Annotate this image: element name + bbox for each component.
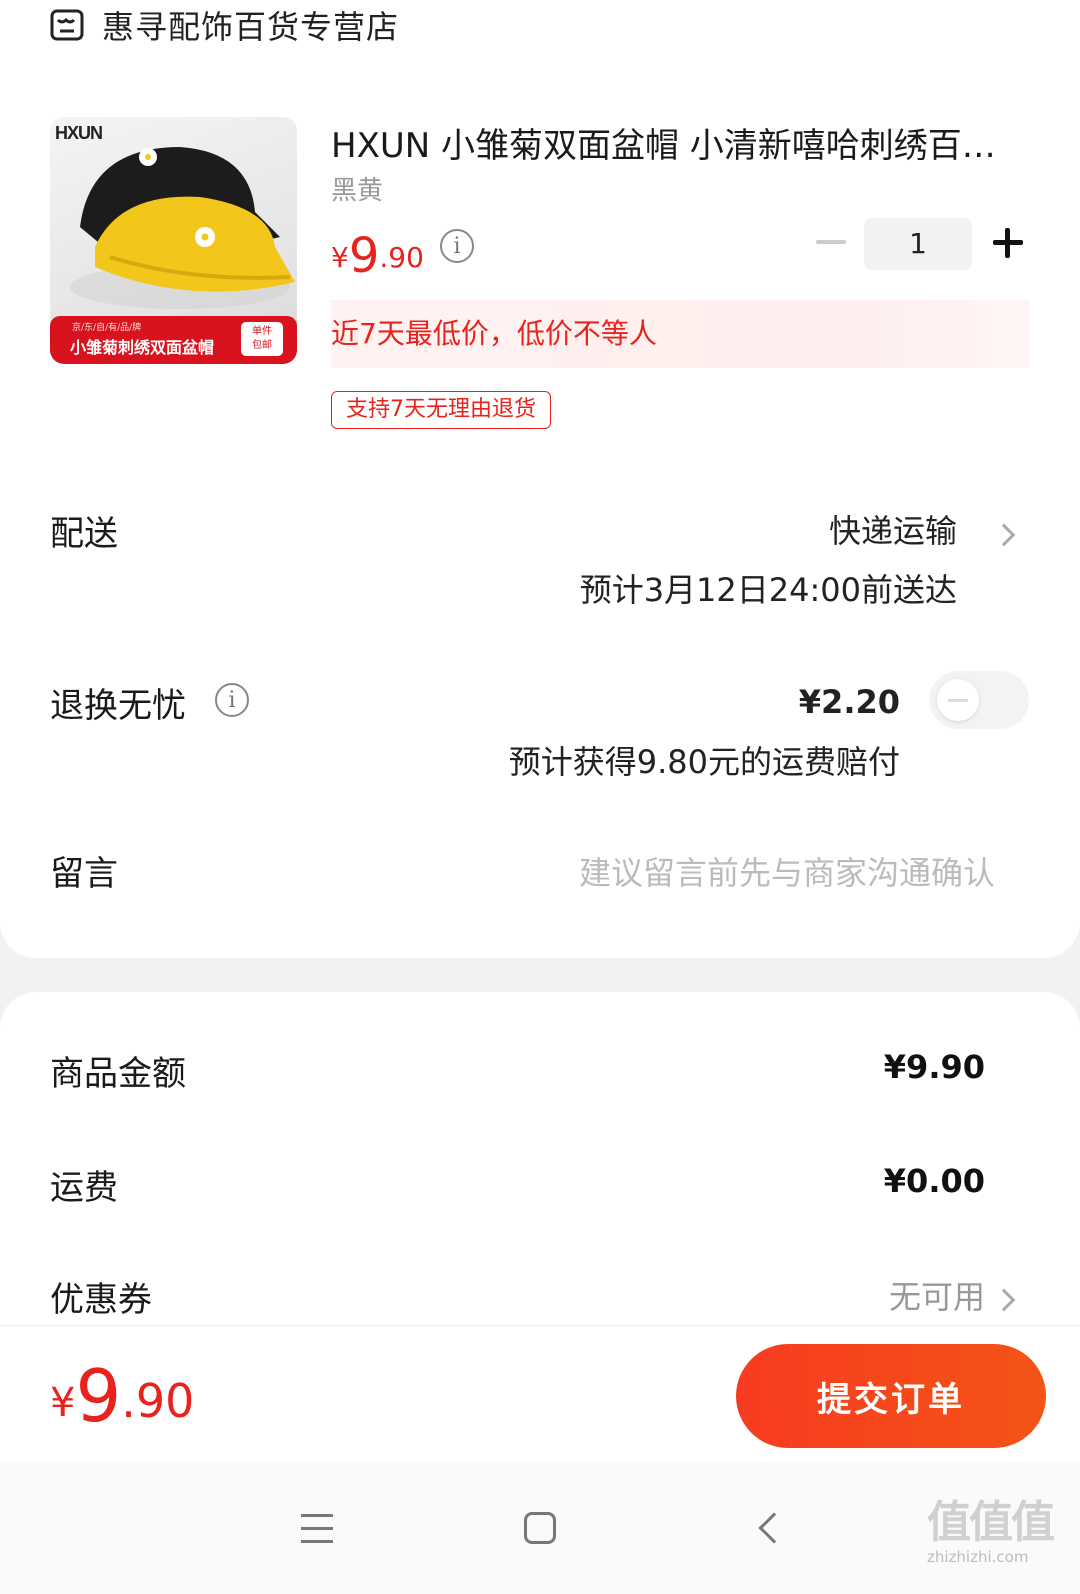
coupon-label: 优惠券 [50,1280,152,1320]
back-icon[interactable] [758,1512,790,1544]
return-insurance-desc: 预计获得9.80元的运费赔付 [508,743,900,781]
total-integer: 9 [75,1354,122,1438]
return-policy-tag: 支持7天无理由退货 [331,391,551,429]
checkout-bar: ¥ 9 .90 提交订单 [0,1325,1080,1462]
product-variant: 黑黄 [331,176,384,206]
submit-order-button[interactable]: 提交订单 [736,1344,1046,1448]
lowest-price-banner: 近7天最低价，低价不等人 [331,300,1030,368]
coupon-value[interactable]: 无可用 [889,1272,985,1318]
summary-card: 商品金额 ¥9.90 运费 ¥0.00 优惠券 无可用 [0,992,1080,1332]
return-insurance-info-icon[interactable]: i [215,683,249,717]
toggle-knob [937,679,979,721]
total-symbol: ¥ [50,1380,76,1426]
banner-title: 小雏菊刺绣双面盆帽 [70,338,215,357]
quantity-increase-button[interactable] [990,225,1026,261]
price-symbol: ¥ [331,241,349,274]
total-price: ¥ 9 .90 [50,1354,194,1434]
store-name: 惠寻配饰百货专营店 [102,8,400,46]
system-nav-bar: 值值值 zhizhizhi.com [0,1462,1080,1594]
store-header[interactable]: 惠寻配饰百货专营店 [50,0,399,50]
watermark: 值值值 zhizhizhi.com [927,1486,1055,1566]
home-icon[interactable] [524,1512,556,1544]
delivery-label: 配送 [50,514,118,554]
goods-amount-value: ¥9.90 [883,1048,985,1086]
goods-amount-label: 商品金额 [50,1054,186,1094]
return-insurance-label: 退换无忧 [50,686,186,726]
return-insurance-toggle[interactable] [929,671,1029,729]
brand-logo: HXUN [55,123,103,143]
price-integer: 9 [348,228,380,284]
shipping-fee-value: ¥0.00 [883,1162,985,1200]
store-icon [50,8,84,42]
delivery-chevron-icon[interactable] [992,523,1016,547]
delivery-method[interactable]: 快递运输 [829,506,957,552]
watermark-url: zhizhizhi.com [927,1548,1029,1566]
badge-line1: 单件 [252,326,272,337]
price-info-icon[interactable]: i [440,229,474,263]
order-card: 惠寻配饰百货专营店 HXUN 京/东/自/有/品/牌 小雏菊刺绣双面盆帽 单件 … [0,0,1080,958]
message-input[interactable] [490,848,995,898]
product-title[interactable]: HXUN 小雏菊双面盆帽 小清新嘻哈刺绣百… [331,118,1031,167]
product-image[interactable]: HXUN 京/东/自/有/品/牌 小雏菊刺绣双面盆帽 单件 包邮 [50,117,297,364]
message-label: 留言 [50,854,118,894]
watermark-logo: 值值值 [927,1497,1055,1548]
badge-line2: 包邮 [252,340,272,351]
quantity-decrease-button[interactable] [811,222,851,262]
menu-icon[interactable] [301,1514,333,1544]
delivery-eta: 预计3月12日24:00前送达 [579,571,957,609]
quantity-value[interactable]: 1 [864,218,972,270]
image-banner: 京/东/自/有/品/牌 小雏菊刺绣双面盆帽 单件 包邮 [50,316,297,364]
price-decimal: .90 [379,241,424,274]
product-price: ¥ 9 .90 [331,222,424,282]
coupon-chevron-icon[interactable] [992,1288,1016,1312]
total-decimal: .90 [121,1374,195,1428]
return-insurance-price: ¥2.20 [798,683,900,721]
banner-subtitle: 京/东/自/有/品/牌 [72,323,142,333]
free-shipping-badge: 单件 包邮 [241,322,283,356]
shipping-fee-label: 运费 [50,1168,118,1208]
